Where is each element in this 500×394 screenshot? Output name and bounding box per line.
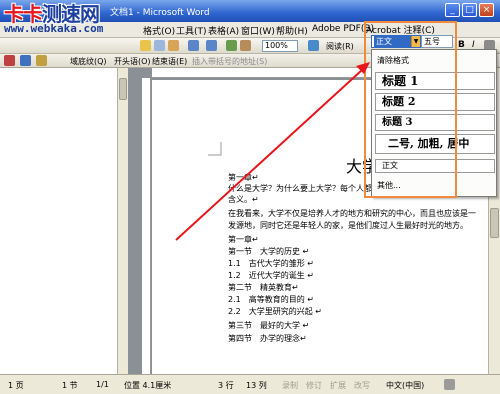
annotation-arrow xyxy=(175,62,370,241)
watermark-logo: 卡卡测速网 www.webkaka.com xyxy=(2,0,122,36)
logo-url: www.webkaka.com xyxy=(4,22,104,35)
